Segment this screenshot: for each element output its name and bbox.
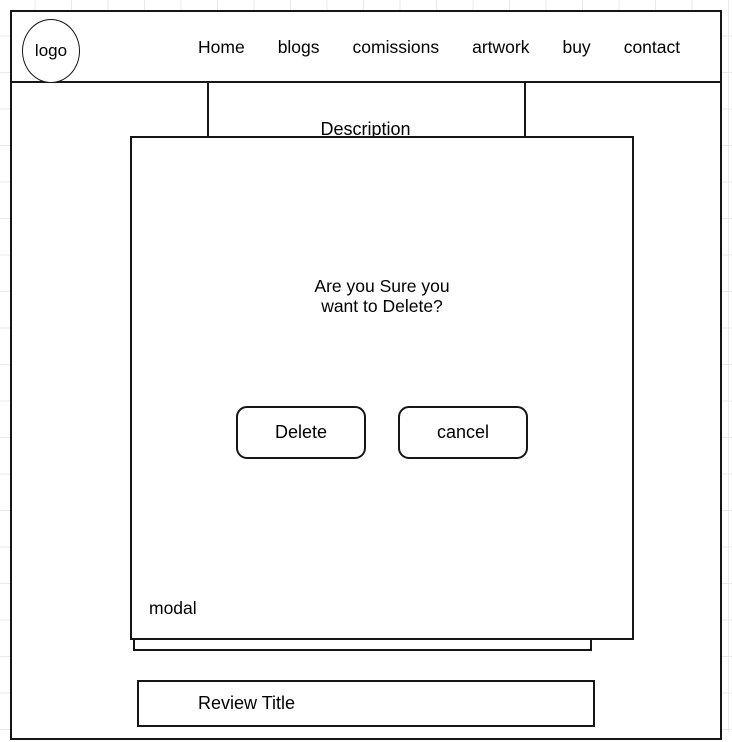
- nav-item-buy[interactable]: buy: [562, 37, 590, 58]
- modal-message: Are you Sure you want to Delete?: [132, 276, 632, 316]
- nav-item-comissions[interactable]: comissions: [353, 37, 440, 58]
- page-frame: logo Home blogs comissions artwork buy c…: [10, 10, 722, 740]
- modal-caption-label: modal: [149, 598, 197, 618]
- main-navigation: Home blogs comissions artwork buy contac…: [198, 12, 680, 83]
- nav-item-home[interactable]: Home: [198, 37, 245, 58]
- nav-item-contact[interactable]: contact: [624, 37, 680, 58]
- site-header: logo Home blogs comissions artwork buy c…: [12, 12, 720, 83]
- review-title-label: Review Title: [198, 693, 296, 713]
- delete-confirmation-modal: Are you Sure you want to Delete? Delete …: [130, 136, 634, 640]
- modal-message-line-1: Are you Sure you: [314, 276, 450, 296]
- cancel-button[interactable]: cancel: [398, 406, 528, 459]
- logo-label: logo: [34, 41, 68, 60]
- nav-item-artwork[interactable]: artwork: [472, 37, 529, 58]
- review-title-box: Review Title: [137, 680, 595, 727]
- modal-actions: Delete cancel: [132, 406, 632, 459]
- nav-item-blogs[interactable]: blogs: [278, 37, 320, 58]
- logo[interactable]: logo: [22, 19, 80, 83]
- modal-message-line-2: want to Delete?: [321, 296, 443, 316]
- column-divider-right: [524, 83, 526, 143]
- delete-button[interactable]: Delete: [236, 406, 366, 459]
